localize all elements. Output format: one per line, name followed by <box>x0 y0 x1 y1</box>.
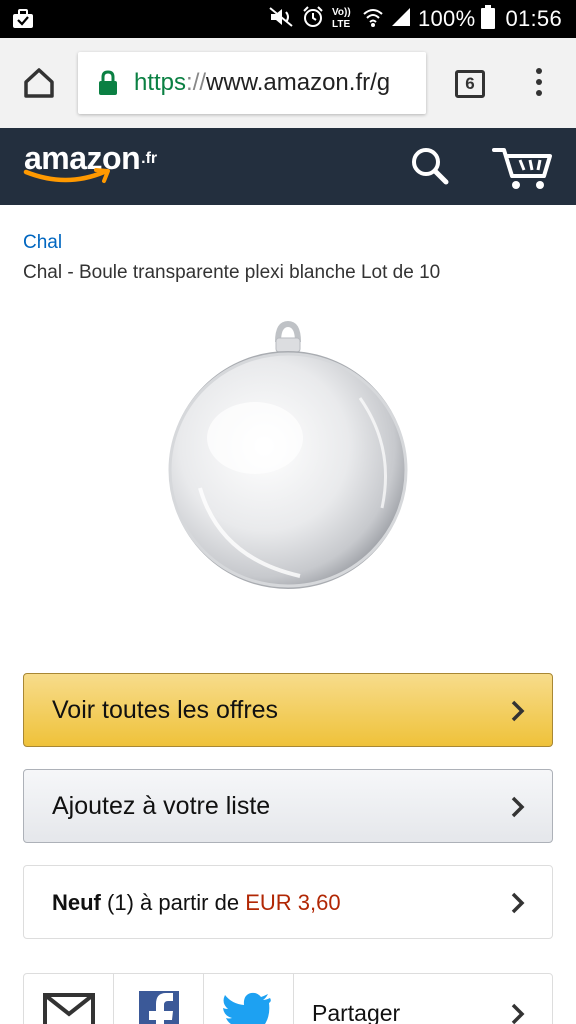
svg-text:LTE: LTE <box>332 19 350 29</box>
email-share-button[interactable] <box>24 974 114 1024</box>
browser-toolbar: https://www.amazon.fr/g 6 <box>0 38 576 128</box>
site-header: amazon.fr <box>0 128 576 205</box>
new-price: EUR 3,60 <box>245 890 341 915</box>
product-title: Chal - Boule transparente plexi blanche … <box>23 262 441 283</box>
product-image[interactable] <box>160 318 416 598</box>
chevron-right-icon <box>511 796 525 818</box>
alarm-icon <box>302 5 324 33</box>
chevron-right-icon <box>511 700 525 722</box>
see-all-offers-label: Voir toutes les offres <box>52 696 279 724</box>
wifi-icon <box>362 6 384 33</box>
briefcase-icon <box>12 9 34 34</box>
brand-link[interactable]: Chal <box>23 232 62 254</box>
see-all-offers-button[interactable]: Voir toutes les offres <box>23 673 553 747</box>
chevron-right-icon <box>511 892 525 914</box>
cart-icon[interactable] <box>490 140 554 192</box>
share-label[interactable]: Partager <box>312 1000 400 1024</box>
url-text: https://www.amazon.fr/g <box>134 69 391 96</box>
battery-icon <box>481 4 496 34</box>
search-icon[interactable] <box>406 142 454 190</box>
twitter-icon <box>223 992 271 1024</box>
volte-icon: Vo)) LTE <box>330 5 356 34</box>
clock: 01:56 <box>505 6 562 31</box>
mute-icon <box>268 6 296 33</box>
tab-switcher-button[interactable]: 6 <box>455 70 485 98</box>
signal-icon <box>390 6 412 33</box>
add-to-list-button[interactable]: Ajoutez à votre liste <box>23 769 553 843</box>
svg-text:Vo)): Vo)) <box>332 7 351 18</box>
facebook-share-button[interactable] <box>114 974 204 1024</box>
overflow-menu-icon[interactable] <box>530 68 548 100</box>
address-bar[interactable]: https://www.amazon.fr/g <box>78 52 426 114</box>
new-offers-text: Neuf (1) à partir de EUR 3,60 <box>52 890 341 915</box>
email-icon <box>43 993 95 1024</box>
home-icon[interactable] <box>18 62 60 104</box>
new-offers-row[interactable]: Neuf (1) à partir de EUR 3,60 <box>23 865 553 939</box>
chevron-right-icon <box>511 1003 525 1024</box>
battery-percentage: 100% <box>417 6 476 31</box>
facebook-icon <box>139 991 179 1024</box>
lock-icon <box>98 70 118 101</box>
status-bar: Vo)) LTE 100% 01:56 <box>0 0 576 38</box>
twitter-share-button[interactable] <box>204 974 294 1024</box>
add-to-list-label: Ajoutez à votre liste <box>52 792 271 820</box>
smile-logo-icon <box>23 168 110 183</box>
share-bar: Partager <box>23 973 553 1024</box>
